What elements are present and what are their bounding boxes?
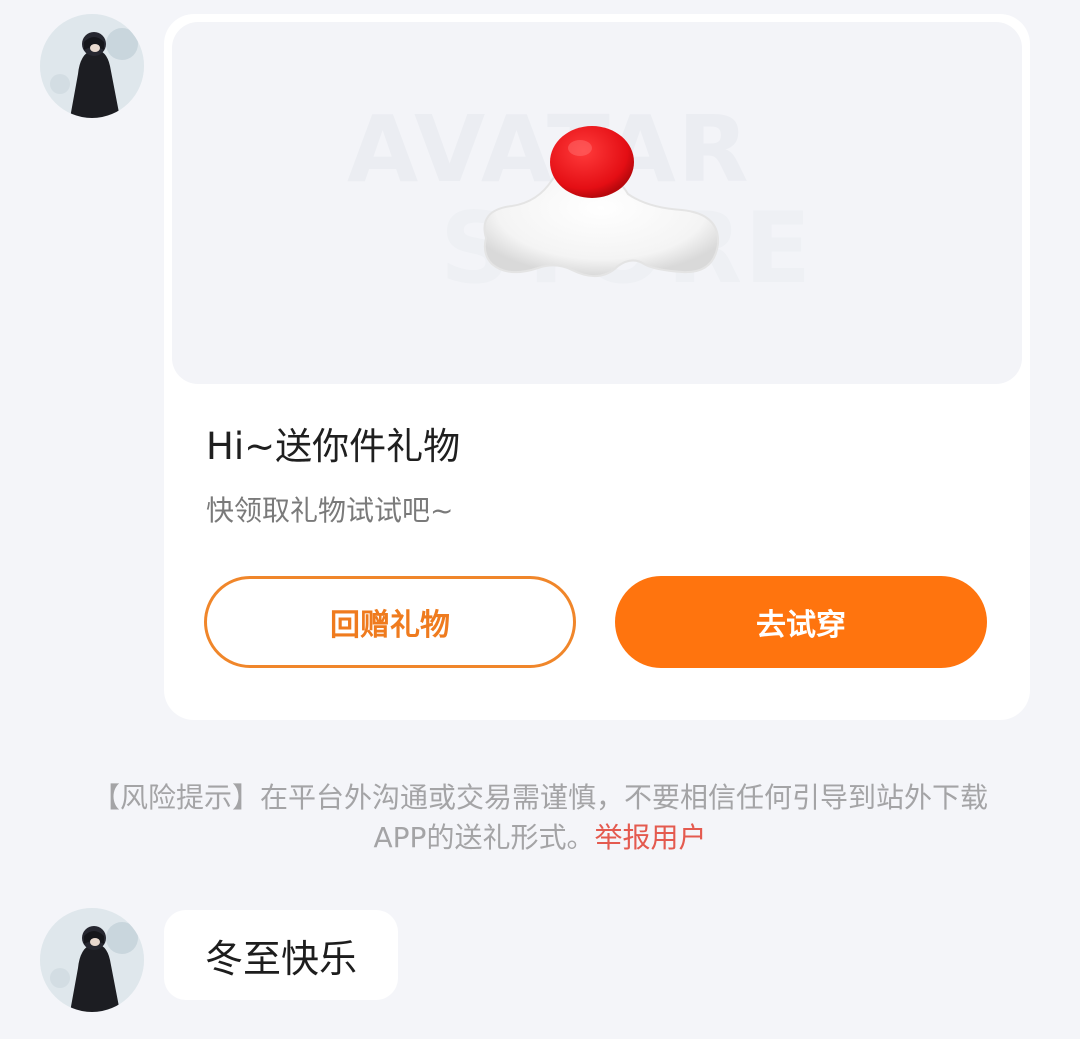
message-bubble[interactable]: 冬至快乐	[164, 910, 398, 1000]
gift-card-subtitle: 快领取礼物试试吧~	[206, 494, 454, 527]
return-gift-button[interactable]: 回赠礼物	[204, 576, 576, 668]
sender-avatar[interactable]	[40, 908, 144, 1012]
risk-notice-text: 【风险提示】在平台外沟通或交易需谨慎，不要相信任何引导到站外下载APP的送礼形式…	[91, 781, 988, 854]
risk-notice: 【风险提示】在平台外沟通或交易需谨慎，不要相信任何引导到站外下载APP的送礼形式…	[90, 778, 990, 858]
avatar-image	[40, 908, 144, 1012]
avatar-image	[40, 14, 144, 118]
sender-avatar[interactable]	[40, 14, 144, 118]
message-text: 冬至快乐	[204, 936, 357, 981]
santa-hat-icon	[483, 126, 720, 277]
gift-card: AVATAR STORE Hi~送你件礼物 快领取礼物试试吧~ 回赠礼物 去	[164, 14, 1030, 720]
gift-card-title: Hi~送你件礼物	[206, 425, 461, 468]
try-on-button[interactable]: 去试穿	[615, 576, 987, 668]
report-user-link[interactable]: 举报用户	[594, 821, 706, 854]
gift-banner[interactable]: AVATAR STORE	[172, 22, 1022, 384]
